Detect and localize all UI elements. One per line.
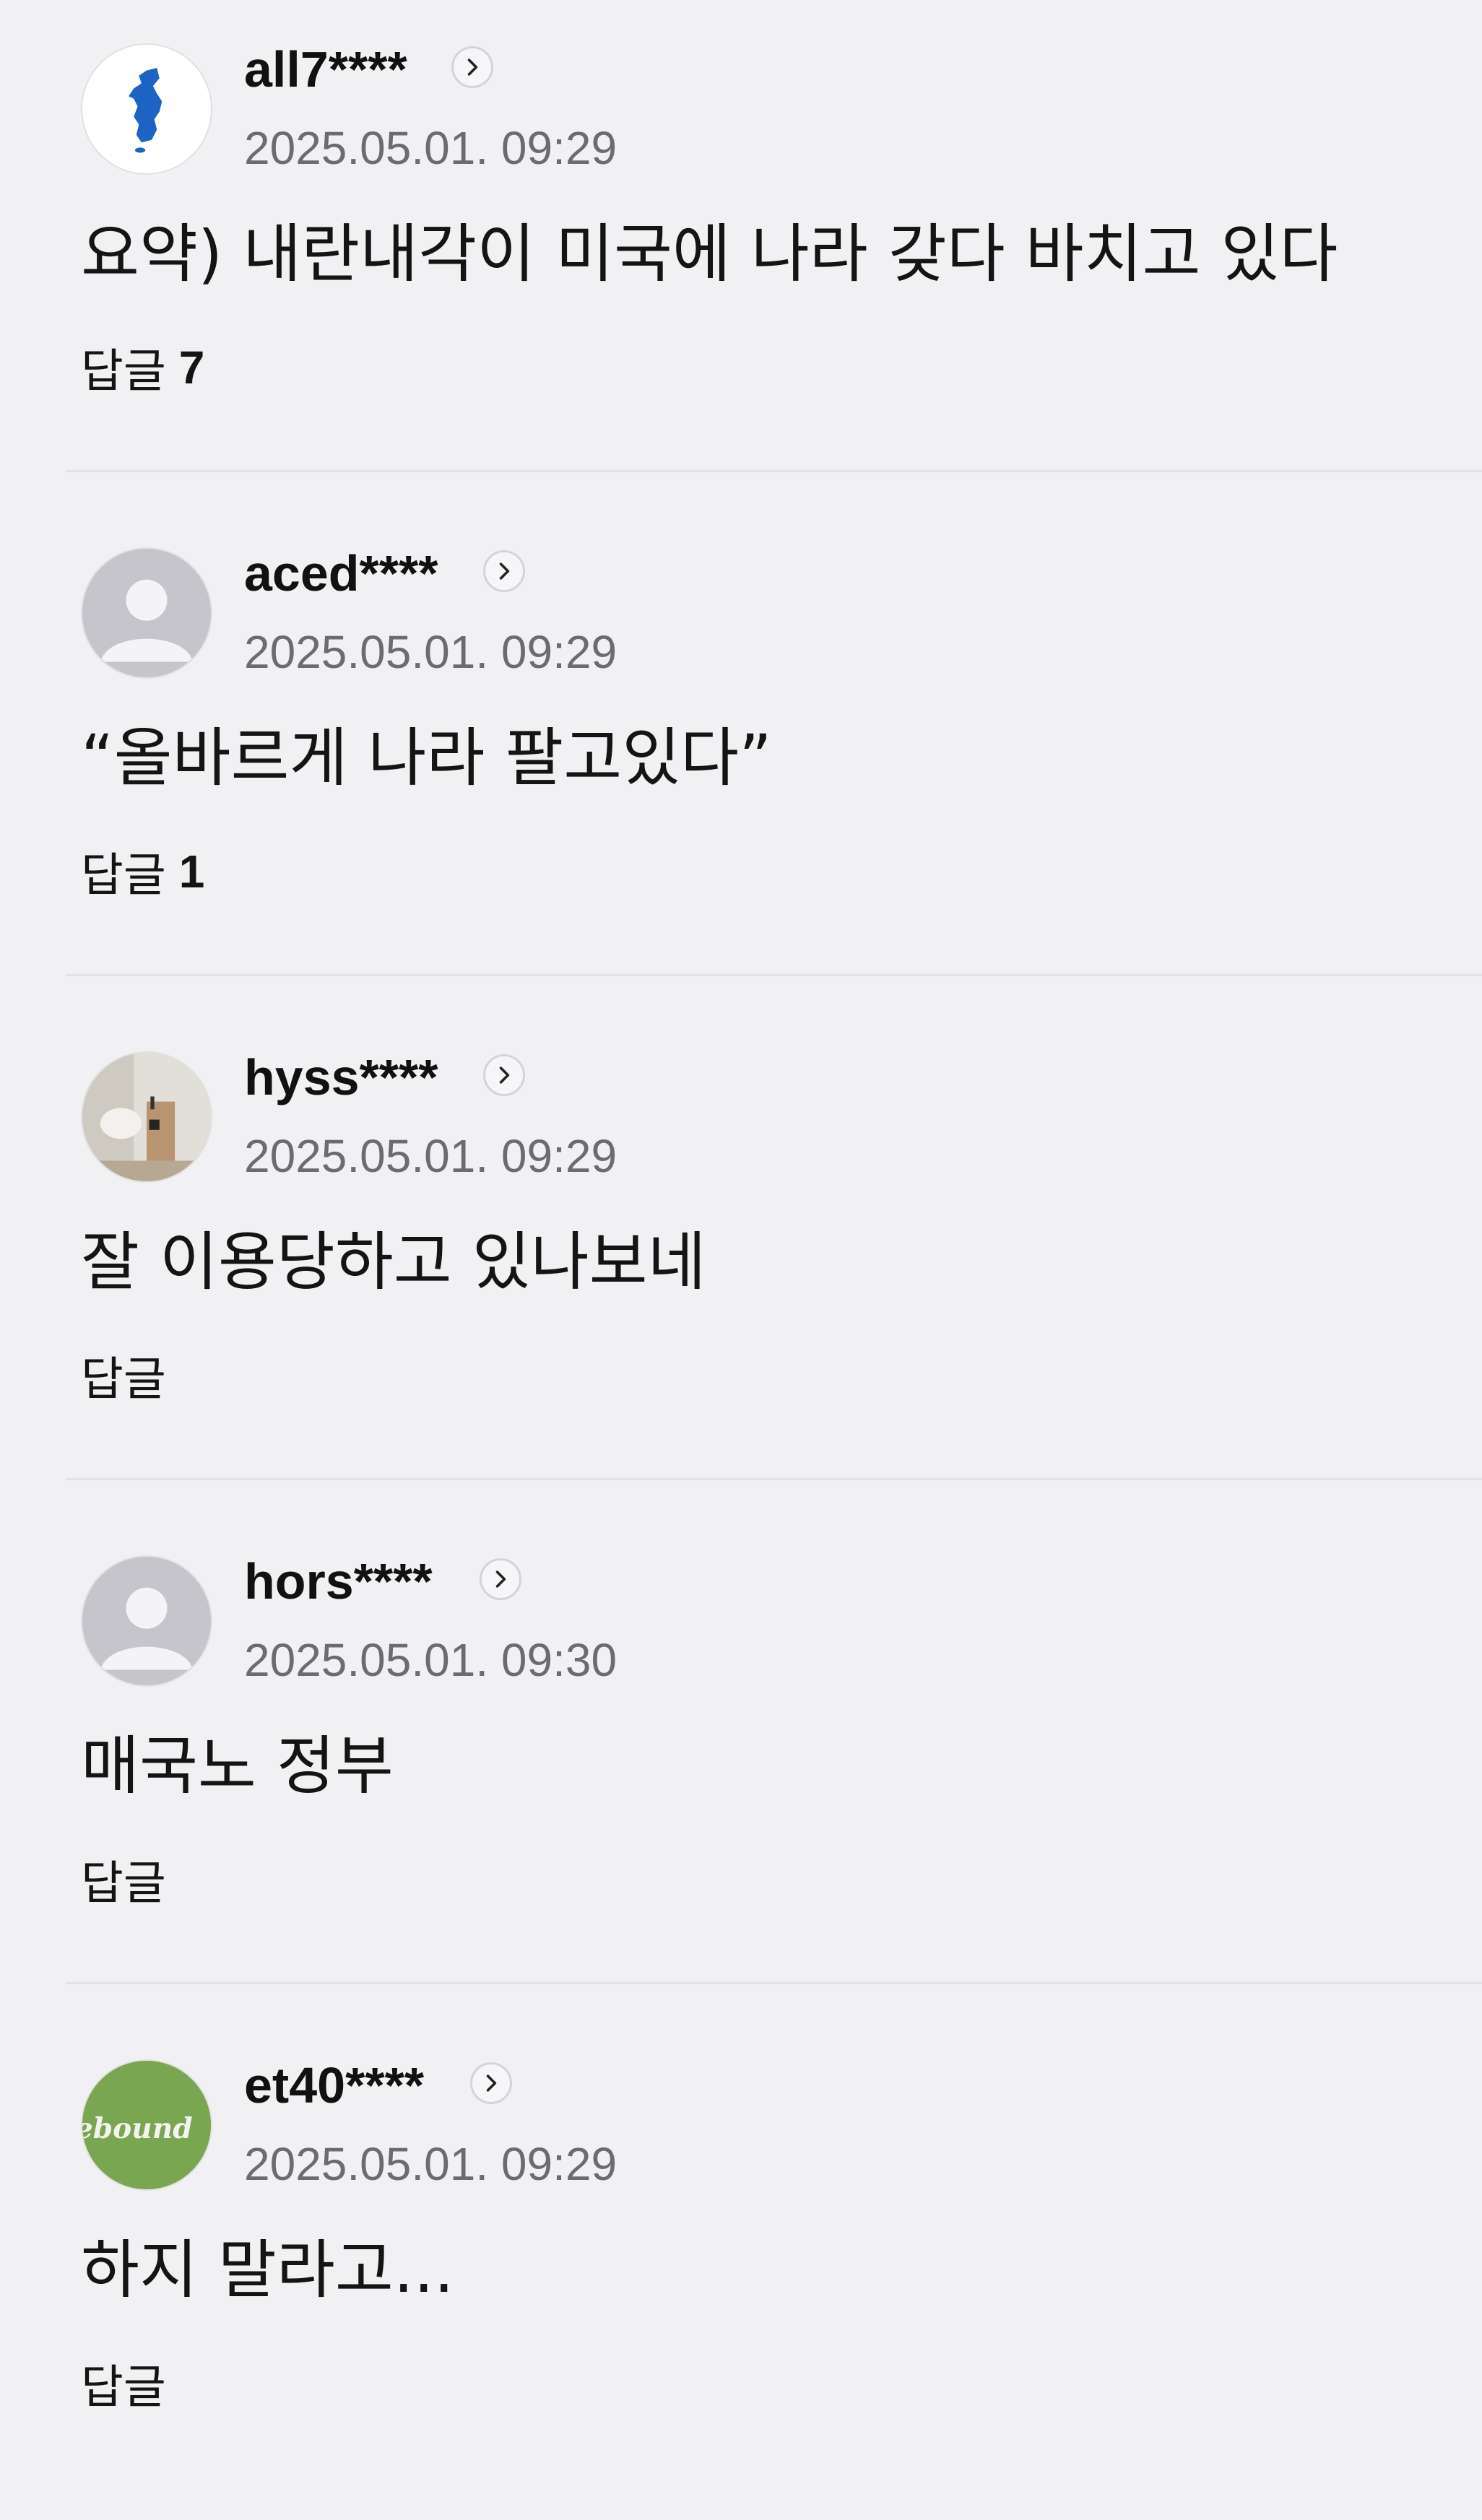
reply-count: 7 [178, 342, 205, 394]
chevron-right-icon[interactable] [480, 1558, 521, 1600]
reply-label: 답글 [81, 1353, 166, 1407]
photo-icon [82, 1053, 211, 1181]
comment-text: 잘 이용당하고 있나보네 [81, 1225, 706, 1299]
reply-button[interactable]: 답글 1 [81, 838, 204, 905]
username[interactable]: hyss**** [244, 1048, 438, 1106]
avatar[interactable] [81, 1051, 212, 1183]
reply-label: 답글 [81, 849, 166, 903]
reply-button[interactable]: 답글 [81, 1342, 166, 1409]
avatar[interactable]: ebound [81, 2059, 212, 2191]
timestamp: 2025.05.01. 09:30 [244, 1634, 618, 1686]
korea-map-icon [129, 68, 162, 153]
green-logo-icon: ebound [82, 2061, 211, 2189]
divider [66, 1478, 1482, 1480]
chevron-right-icon[interactable] [470, 2062, 512, 2104]
avatar[interactable] [81, 1555, 212, 1687]
avatar[interactable] [81, 43, 212, 175]
comment-item: ebound et40**** 2025.05.01. 09:29 하지 말라고… [0, 2016, 1482, 2520]
chevron-right-icon[interactable] [483, 1054, 525, 1096]
timestamp: 2025.05.01. 09:29 [244, 1130, 618, 1182]
default-user-icon [100, 1587, 194, 1670]
reply-button[interactable]: 답글 [81, 2350, 166, 2417]
username[interactable]: aced**** [244, 544, 438, 602]
username[interactable]: et40**** [244, 2056, 424, 2114]
divider [66, 470, 1482, 472]
comment-item: hors**** 2025.05.01. 09:30 매국노 정부 답글 [0, 1512, 1482, 2016]
comment-item: all7**** 2025.05.01. 09:29 요약) 내란내각이 미국에… [0, 0, 1482, 504]
svg-text:ebound: ebound [82, 2112, 193, 2145]
reply-label: 답글 [81, 2361, 166, 2415]
chevron-right-icon[interactable] [483, 550, 525, 592]
comment-item: hyss**** 2025.05.01. 09:29 잘 이용당하고 있나보네 … [0, 1008, 1482, 1512]
default-user-icon [100, 579, 194, 662]
username[interactable]: all7**** [244, 40, 407, 98]
reply-label: 답글 [81, 1857, 166, 1911]
timestamp: 2025.05.01. 09:29 [244, 2138, 618, 2190]
comment-list: all7**** 2025.05.01. 09:29 요약) 내란내각이 미국에… [0, 0, 1482, 2469]
comment-text: “올바르게 나라 팔고있다” [81, 721, 772, 795]
avatar[interactable] [81, 547, 212, 679]
comment-text: 요약) 내란내각이 미국에 나라 갖다 바치고 있다 [81, 217, 1338, 291]
timestamp: 2025.05.01. 09:29 [244, 626, 618, 678]
comment-text: 하지 말라고... [81, 2233, 454, 2307]
timestamp: 2025.05.01. 09:29 [244, 122, 618, 174]
reply-count: 1 [178, 846, 205, 898]
reply-button[interactable]: 답글 7 [81, 334, 204, 401]
username[interactable]: hors**** [244, 1552, 433, 1610]
reply-label: 답글 [81, 345, 166, 399]
chevron-right-icon[interactable] [451, 46, 493, 88]
divider [66, 1982, 1482, 1984]
reply-button[interactable]: 답글 [81, 1846, 166, 1913]
divider [66, 974, 1482, 976]
comment-text: 매국노 정부 [81, 1729, 394, 1803]
comment-item: aced**** 2025.05.01. 09:29 “올바르게 나라 팔고있다… [0, 504, 1482, 1008]
